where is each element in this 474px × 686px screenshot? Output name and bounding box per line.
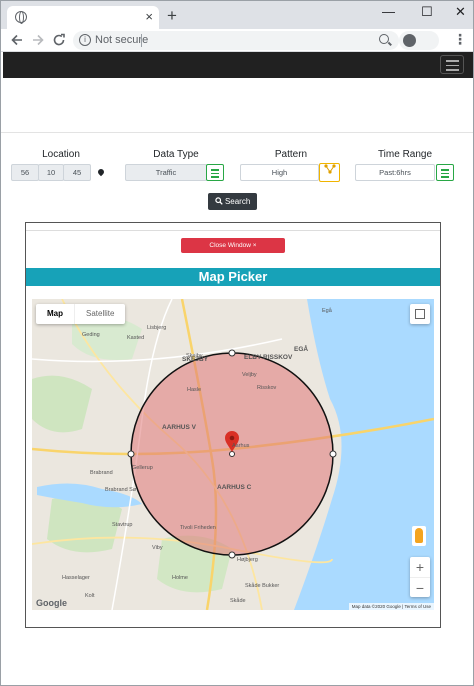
place-label: Skåde: [230, 597, 246, 604]
place-label: Kasted: [127, 335, 144, 341]
avatar-icon: [403, 34, 416, 47]
arrow-right-icon[interactable]: [31, 33, 45, 47]
place-label: Brabrand Sø: [105, 487, 137, 493]
place-label: Stavtrup: [112, 522, 132, 528]
circle-handle[interactable]: [329, 450, 337, 458]
satellite-tab[interactable]: Satellite: [74, 304, 125, 324]
park-area: [32, 375, 92, 433]
graph-icon: [323, 164, 336, 174]
map-picker-panel: Close Window × Map Picker Lisbjerg Egå G…: [25, 222, 441, 628]
place-label: SKEJBY: [182, 356, 209, 363]
circle-handle[interactable]: [228, 349, 236, 357]
zoom-control: + −: [410, 557, 430, 597]
close-window-button[interactable]: ✕: [455, 4, 466, 20]
hamburger-menu-icon[interactable]: [440, 55, 464, 74]
section-divider: [1, 132, 473, 133]
map-type-control: Map Satellite: [36, 304, 126, 324]
pattern-graph-button[interactable]: [319, 163, 340, 182]
place-label: Hasle: [187, 387, 201, 393]
map-canvas[interactable]: LisbjergEgåGeding KastedSkejbyEGÅSKEJBY EL…: [32, 299, 434, 610]
time-range-list-button[interactable]: [436, 164, 454, 181]
place-label: Hasselager: [62, 575, 90, 581]
data-type-label: Data Type: [153, 149, 199, 160]
minimize-button[interactable]: —: [382, 4, 395, 19]
radius-field[interactable]: 45: [63, 164, 91, 181]
pattern-field[interactable]: High: [240, 164, 319, 181]
location-label: Location: [42, 149, 80, 160]
place-label: Kolt: [85, 593, 95, 599]
place-label: Lisbjerg: [147, 325, 166, 331]
data-type-field[interactable]: Traffic: [125, 164, 207, 181]
browser-tab[interactable]: ×: [7, 6, 159, 29]
google-logo: Google: [36, 598, 67, 608]
time-range-label: Time Range: [377, 149, 433, 160]
zoom-out-button[interactable]: −: [410, 577, 430, 597]
data-type-list-button[interactable]: [206, 164, 224, 181]
tab-strip: × + — ☐ ✕: [1, 1, 473, 29]
place-label: Risskov: [257, 385, 277, 391]
zoom-icon[interactable]: [379, 34, 389, 44]
search-button-label: Search: [224, 197, 251, 206]
arrow-left-icon[interactable]: [10, 33, 24, 47]
zoom-in-button[interactable]: +: [410, 557, 430, 577]
circle-center-handle[interactable]: [229, 451, 235, 457]
place-label: AARHUS V: [162, 424, 197, 431]
place-label: Geding: [82, 332, 100, 338]
place-label: ELBY RISSKOV: [244, 354, 293, 361]
tab-close-icon[interactable]: ×: [145, 9, 153, 24]
place-label: Aarhus: [232, 443, 250, 449]
pegman-icon[interactable]: [412, 526, 426, 546]
place-label: Viby: [152, 545, 163, 551]
browser-toolbar: i Not secure ⋮: [1, 29, 473, 52]
place-label: Skåde Bukker: [245, 582, 279, 589]
circle-handle[interactable]: [127, 450, 135, 458]
profile-button[interactable]: [399, 31, 439, 50]
map-pin-icon[interactable]: [96, 167, 106, 177]
info-icon[interactable]: i: [79, 34, 91, 46]
globe-icon: [15, 11, 27, 24]
place-label: Veljby: [242, 372, 257, 378]
maximize-button[interactable]: ☐: [421, 4, 433, 20]
site-navbar: [3, 52, 473, 78]
map-attribution[interactable]: Map data ©2020 Google | Terms of Use: [348, 603, 434, 610]
longitude-field[interactable]: 10: [38, 164, 64, 181]
panel-top-rule: [26, 230, 440, 231]
search-button[interactable]: Search: [208, 193, 257, 210]
place-label: Højbjerg: [237, 557, 258, 563]
reload-icon[interactable]: [52, 33, 66, 47]
place-label: Tivoli Friheden: [180, 525, 216, 531]
place-label: AARHUS C: [217, 484, 252, 491]
circle-handle[interactable]: [228, 551, 236, 559]
pattern-label: Pattern: [274, 149, 308, 160]
place-label: EGÅ: [294, 344, 308, 353]
address-bar[interactable]: i Not secure: [73, 31, 399, 50]
close-window-button[interactable]: Close Window ×: [181, 238, 285, 253]
fullscreen-icon[interactable]: [410, 304, 430, 324]
more-menu-icon[interactable]: ⋮: [453, 31, 467, 48]
search-icon: [215, 197, 223, 205]
time-range-field[interactable]: Past:6hrs: [355, 164, 435, 181]
browser-window: × + — ☐ ✕ i Not secure ⋮ Location 56 10 …: [0, 0, 474, 686]
new-tab-button[interactable]: +: [167, 6, 177, 26]
place-label: Holme: [172, 575, 188, 581]
map-view[interactable]: Lisbjerg Egå Geding Kasted Skejby EGÅ SKEJBY EL…: [32, 299, 434, 610]
place-label: Brabrand: [90, 470, 113, 476]
marker-dot: [229, 435, 235, 441]
place-label: Gellerup: [132, 465, 153, 471]
map-tab[interactable]: Map: [36, 304, 74, 324]
address-divider: [141, 34, 142, 47]
place-label: Egå: [322, 307, 333, 314]
map-picker-title: Map Picker: [26, 268, 440, 286]
latitude-field[interactable]: 56: [11, 164, 39, 181]
